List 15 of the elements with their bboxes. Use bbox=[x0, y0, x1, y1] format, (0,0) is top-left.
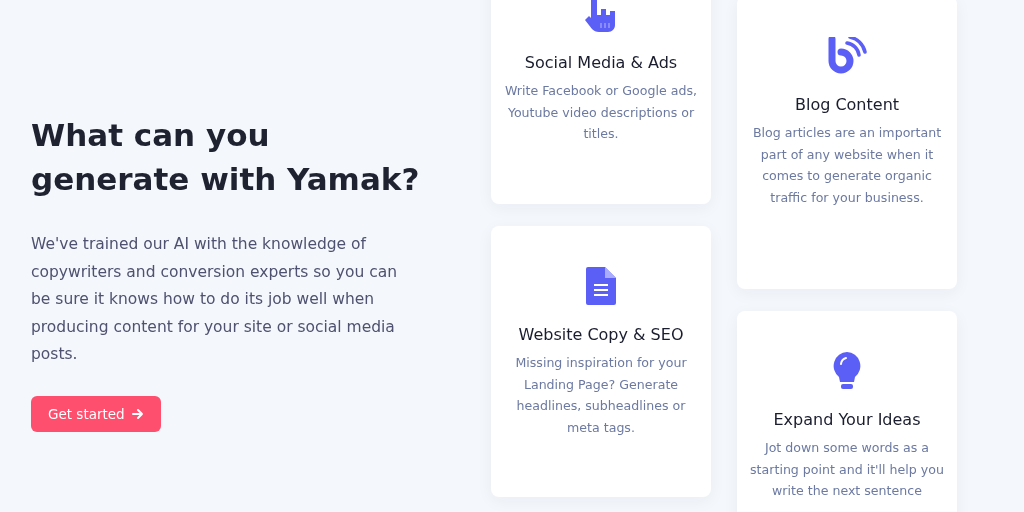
lightbulb-icon bbox=[833, 352, 861, 390]
card-description: Blog articles are an important part of any website when it comes to generate organic traffic for your business. bbox=[751, 124, 943, 207]
intro-paragraph: We've trained our AI with the knowledge of copywriters and conversion experts so you can be sure it knows how to do its job well when producing content for your site or social media posts. bbox=[31, 234, 398, 366]
card-title: Social Media & Ads bbox=[524, 53, 678, 72]
get-started-button[interactable]: Get started bbox=[31, 395, 161, 432]
card-description: Missing inspiration for your Landing Page? Generate headlines, subheadlines or meta tags. bbox=[514, 354, 688, 437]
blog-icon bbox=[827, 37, 867, 75]
card-title: Website Copy & SEO bbox=[518, 325, 684, 344]
heading: What can you generate with Yamak? bbox=[31, 116, 421, 199]
card-title: Blog Content bbox=[794, 95, 900, 114]
arrow-right-icon bbox=[131, 407, 144, 420]
document-icon bbox=[586, 267, 616, 305]
card-title: Expand Your Ideas bbox=[773, 410, 921, 429]
card-description: Jot down some words as a starting point and it'll help you write the next sentence bbox=[749, 439, 945, 501]
card-description: Write Facebook or Google ads, Youtube video descriptions or titles. bbox=[504, 82, 698, 144]
